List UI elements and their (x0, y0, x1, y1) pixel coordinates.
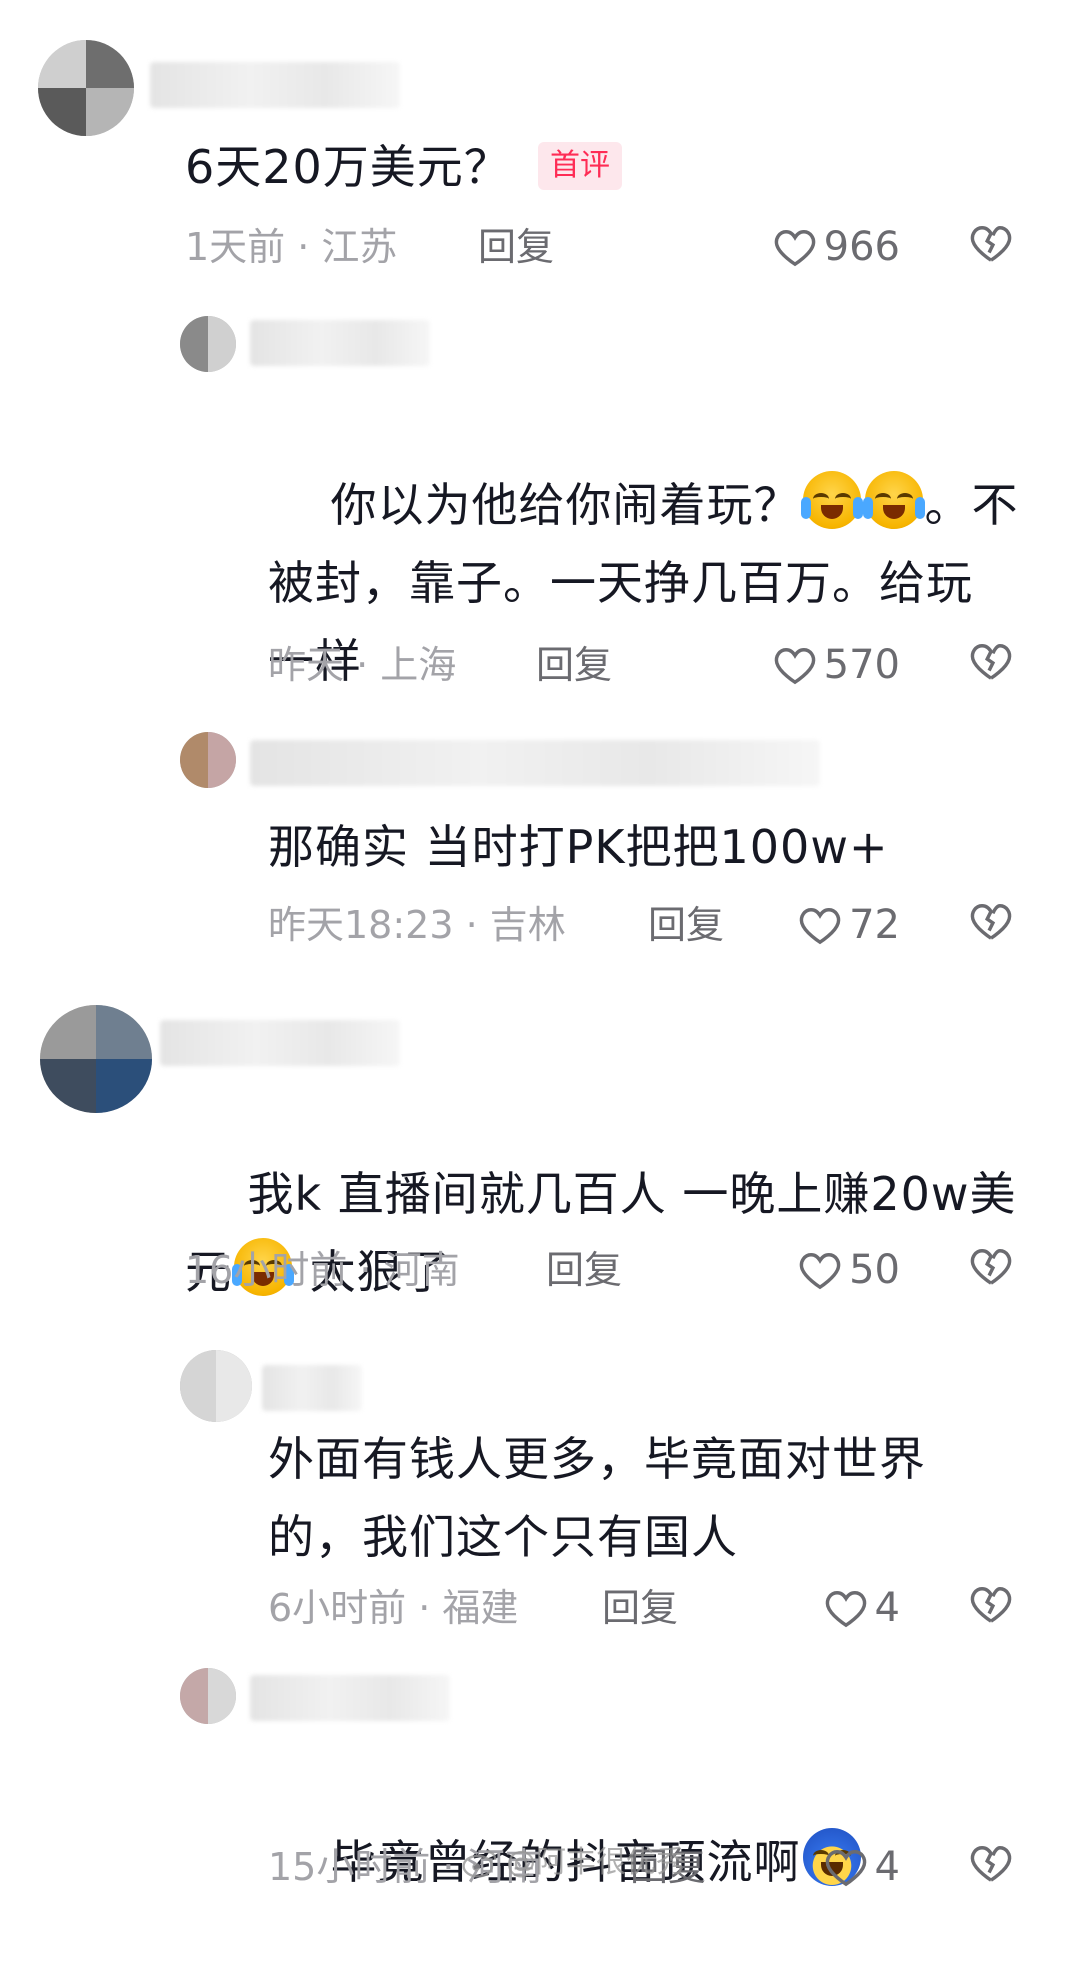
comment-meta: 16小时前 · 河南 (185, 1248, 460, 1292)
broken-heart-icon[interactable] (968, 900, 1014, 942)
broken-heart-icon[interactable] (968, 1245, 1014, 1287)
like-button[interactable]: 570 (760, 640, 900, 690)
like-count: 4 (874, 1844, 900, 1890)
like-button[interactable]: 966 (760, 222, 900, 272)
heart-icon (825, 1591, 866, 1628)
username-blurred[interactable] (262, 1365, 362, 1411)
comment-text: 6天20万美元？ (185, 140, 511, 194)
broken-heart-icon[interactable] (968, 640, 1014, 682)
like-button[interactable]: 4 (760, 1583, 900, 1633)
comment-text-a: 你以为他给你闹着玩？ (330, 478, 801, 532)
username-blurred[interactable] (250, 1675, 450, 1721)
like-button[interactable]: 50 (760, 1245, 900, 1295)
heart-icon (825, 1850, 866, 1887)
comment-meta: 6小时前 · 福建 (268, 1586, 519, 1630)
comment-meta: 昨天 · 上海 (268, 643, 457, 687)
comment-text: 外面有钱人更多，毕竟面对世界 的，我们这个只有国人 (268, 1432, 926, 1564)
avatar[interactable] (38, 40, 134, 136)
reply-button[interactable]: 回复 (648, 900, 724, 950)
broken-heart-icon[interactable] (968, 222, 1014, 264)
reply-button[interactable]: 回复 (478, 222, 554, 272)
avatar[interactable] (180, 1350, 252, 1422)
heart-icon (799, 1253, 841, 1290)
comment-text: 我k 直播间就几百人 一晚上赚20w美 元 太狠了 (185, 1077, 1035, 1389)
like-count: 50 (849, 1247, 900, 1293)
like-count: 4 (874, 1585, 900, 1631)
like-button[interactable]: 4 (760, 1842, 900, 1892)
laugh-cry-emoji (800, 471, 863, 529)
comment-text: 你以为他给你闹着玩？ 。不 被封，靠子。一天挣几百万。给玩 一样 (268, 388, 1048, 778)
heart-icon (774, 230, 815, 267)
like-button[interactable]: 72 (760, 900, 900, 950)
broken-heart-icon[interactable] (968, 1842, 1014, 1884)
comment-meta: 昨天18:23 · 吉林 (268, 903, 566, 947)
heart-icon (774, 648, 815, 685)
reply-button[interactable]: 回复 (536, 640, 612, 690)
username-blurred[interactable] (160, 1020, 400, 1066)
avatar[interactable] (180, 316, 236, 372)
username-blurred[interactable] (150, 62, 400, 108)
watermark-text: @阿丰很优秀 (506, 1845, 686, 1880)
avatar[interactable] (180, 1668, 236, 1724)
comment-meta: 1天前 · 江苏 (185, 225, 398, 269)
laugh-cry-emoji (862, 471, 925, 529)
username-blurred[interactable] (250, 320, 430, 366)
avatar[interactable] (180, 732, 236, 788)
like-count: 72 (849, 902, 900, 948)
username-blurred[interactable] (250, 740, 820, 786)
broken-heart-icon[interactable] (968, 1583, 1014, 1625)
reply-button[interactable]: 回复 (546, 1245, 622, 1295)
heart-icon (799, 908, 841, 945)
reply-button[interactable]: 回复 (602, 1583, 678, 1633)
first-comment-badge: 首评 (538, 142, 622, 190)
like-count: 570 (823, 642, 900, 688)
weibo-watermark: @阿丰很优秀 (462, 1843, 686, 1883)
like-count: 966 (823, 224, 900, 270)
comment-text: 那确实 当时打PK把把100w+ (268, 820, 889, 874)
weibo-logo-icon (462, 1850, 497, 1878)
avatar[interactable] (40, 1005, 152, 1113)
